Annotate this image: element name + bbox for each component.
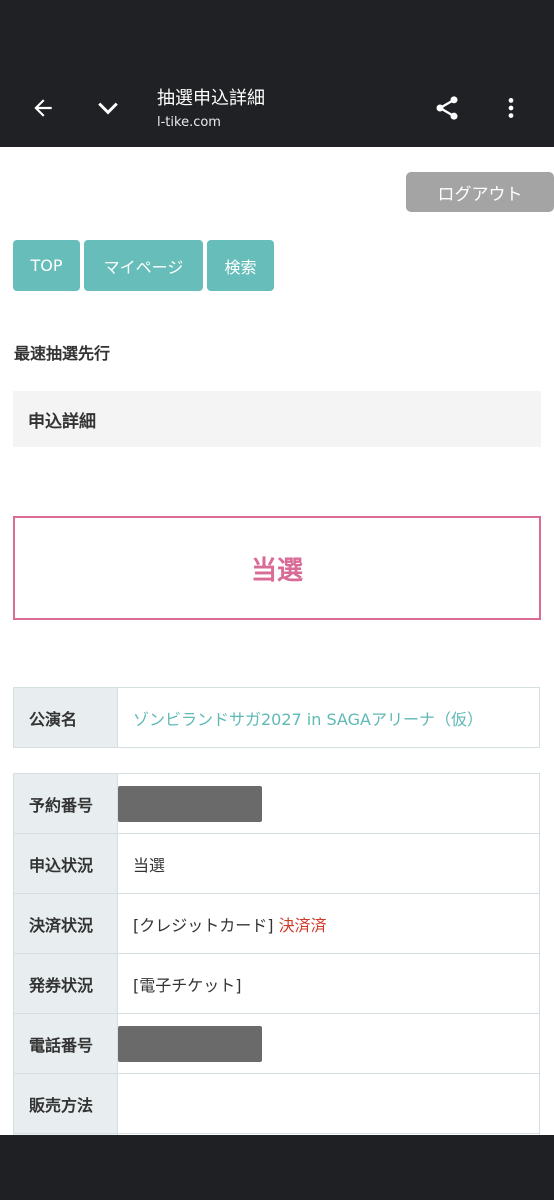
application-info-table: 予約番号 申込状況 当選 決済状況 [クレジットカード] 決済済 発券状況 [電… [13, 773, 540, 1135]
more-vert-icon[interactable] [485, 82, 537, 134]
row-label: 予約番号 [13, 773, 118, 834]
performance-link[interactable]: ゾンビランドサガ2027 in SAGAアリーナ（仮） [117, 687, 540, 748]
application-status-value: 当選 [117, 833, 540, 894]
table-row: 決済状況 [クレジットカード] 決済済 [13, 893, 540, 954]
navigation-bar [0, 1135, 554, 1200]
payment-status-value: [クレジットカード] 決済済 [117, 893, 540, 954]
share-icon[interactable] [421, 82, 473, 134]
row-label: 発券状況 [13, 953, 118, 1014]
logout-button[interactable]: ログアウト [406, 172, 554, 212]
row-label: 申込状況 [13, 833, 118, 894]
performance-label: 公演名 [13, 687, 118, 748]
page-title: 抽選申込詳細 [157, 88, 265, 109]
phone-number-value [117, 1013, 540, 1074]
redaction-block [118, 785, 262, 822]
performance-table: 公演名 ゾンビランドサガ2027 in SAGAアリーナ（仮） [13, 687, 540, 748]
reservation-number-value [117, 773, 540, 834]
row-label: 販売方法 [13, 1073, 118, 1134]
row-label: 電話番号 [13, 1013, 118, 1074]
lottery-result-label: 当選 [250, 555, 303, 586]
search-button[interactable]: 検索 [207, 240, 274, 291]
table-row: 申込状況 当選 [13, 833, 540, 894]
app-bar: 抽選申込詳細 l-tike.com [0, 0, 554, 147]
table-row: 電話番号 [13, 1013, 540, 1074]
table-row: 販売方法 [13, 1073, 540, 1134]
payment-method: [クレジットカード] [133, 915, 274, 935]
sales-method-value [117, 1073, 540, 1134]
lottery-result-box: 当選 [13, 516, 541, 620]
back-arrow-icon[interactable] [17, 82, 69, 134]
payment-status-badge: 決済済 [278, 915, 327, 935]
page-url: l-tike.com [157, 115, 221, 130]
page-content: ログアウト TOP マイページ 検索 最速抽選先行 申込詳細 当選 公演名 ゾン… [0, 147, 554, 1135]
top-button[interactable]: TOP [13, 240, 80, 291]
detail-heading-text: 申込詳細 [28, 411, 96, 432]
redaction-block [118, 1025, 262, 1062]
section-title: 最速抽選先行 [14, 344, 111, 363]
chevron-down-icon[interactable] [82, 82, 134, 134]
table-row: 公演名 ゾンビランドサガ2027 in SAGAアリーナ（仮） [13, 687, 540, 748]
table-row: 発券状況 [電子チケット] [13, 953, 540, 1014]
ticketing-status-value: [電子チケット] [117, 953, 540, 1014]
detail-heading: 申込詳細 [13, 391, 541, 447]
row-label: 決済状況 [13, 893, 118, 954]
table-row: 予約番号 [13, 773, 540, 834]
mypage-button[interactable]: マイページ [84, 240, 203, 291]
